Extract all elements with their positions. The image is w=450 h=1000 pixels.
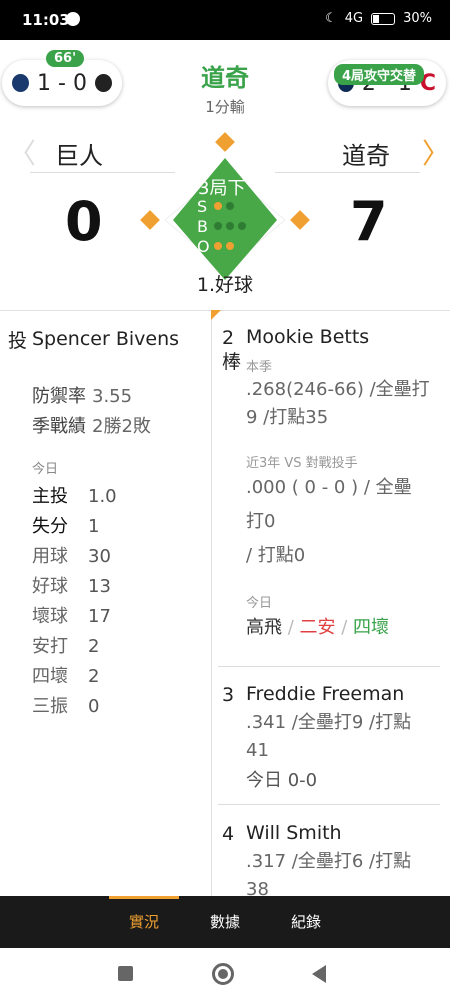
pitcher-stat-row: 安打 2 (32, 632, 99, 658)
stat-value: 2 (88, 666, 100, 687)
second-base (215, 132, 235, 152)
stat-label: 三振 (32, 696, 68, 717)
vs-label: 近3年 VS 對戰投手 (246, 456, 358, 471)
batting-order: 4 (222, 823, 235, 845)
season-line: .341 /全壘打9 /打點 (246, 712, 412, 733)
batter-name: Freddie Freeman (246, 683, 405, 705)
battery-level: 30% (403, 11, 432, 26)
stat-label: 用球 (32, 546, 68, 567)
out-label: O (197, 237, 210, 256)
divider (0, 310, 450, 311)
season-line: 38 (246, 879, 269, 896)
batter-card[interactable]: 4 Will Smith .317 /全壘打6 /打點 38 (218, 818, 440, 896)
stat-value: 0 (88, 696, 100, 717)
tab-live[interactable]: 實況 (109, 896, 179, 948)
season-label: 本季 (246, 360, 273, 375)
first-base (290, 210, 310, 230)
season-line: 41 (246, 740, 269, 761)
today-line: 今日 0-0 (246, 770, 318, 791)
other-game-score: 1 - 0 (37, 70, 87, 96)
pitcher-stat-row: 主投 1.0 (32, 482, 117, 508)
pitcher-stat-row: 好球 13 (32, 572, 111, 598)
stat-label: 主投 (32, 486, 68, 507)
header-subtitle: 1分輸 (205, 98, 245, 116)
stat-value: 2 (88, 636, 100, 657)
today-label: 今日 (246, 596, 273, 611)
current-batter-marker (211, 310, 221, 320)
recent-apps-icon[interactable] (118, 966, 133, 981)
pitcher-record: 季戰績 2勝2敗 (32, 416, 151, 437)
batting-order: 3 (222, 684, 235, 706)
stat-value: 1.0 (88, 486, 117, 507)
stat-label: 壞球 (32, 606, 68, 627)
divider (211, 310, 212, 896)
pitcher-stat-row: 四壞 2 (32, 662, 99, 688)
pitch-result: 1.好球 (196, 274, 254, 296)
stat-label: 安打 (32, 636, 68, 657)
battery-icon (371, 12, 396, 25)
season-line: .317 /全壘打6 /打點 (246, 851, 412, 872)
vs-line: / 打點0 (246, 545, 306, 566)
strike-dot (226, 202, 234, 210)
stat-value: 1 (88, 516, 100, 537)
pitcher-stat-row: 用球 30 (32, 542, 111, 568)
pitcher-name[interactable]: Spencer Bivens (32, 326, 192, 352)
out-dot (214, 242, 222, 250)
pitcher-stat-row: 壞球 17 (32, 602, 111, 628)
tab-stats[interactable]: 數據 (190, 896, 260, 948)
home-score: 7 (350, 190, 388, 253)
bottom-tab-bar: 實況 數據 紀錄 (0, 896, 450, 948)
header-team: 道奇 (201, 64, 249, 92)
stat-label: 好球 (32, 576, 68, 597)
batter-name: Mookie Betts (246, 326, 370, 348)
out-dot (226, 242, 234, 250)
stat-value: 30 (88, 546, 111, 567)
batter-name: Will Smith (246, 822, 342, 844)
ball-dot (214, 222, 222, 230)
vs-line: .000 ( 0 - 0 ) / 全壘 (246, 477, 412, 498)
away-score: 0 (65, 190, 103, 253)
tab-records[interactable]: 紀錄 (271, 896, 341, 948)
pitcher-tag: 投 (8, 330, 28, 352)
ball-dot (238, 222, 246, 230)
vs-line: 打0 (246, 511, 276, 532)
pitcher-stat-row: 三振 0 (32, 692, 99, 718)
team-logo-icon (94, 74, 112, 92)
batter-card[interactable]: 2棒 Mookie Betts 本季 .268(246-66) /全壘打 9 /… (218, 322, 440, 667)
ball-dot (226, 222, 234, 230)
stat-label: 四壞 (32, 666, 68, 687)
moon-icon: ☾ (325, 11, 337, 26)
back-icon[interactable] (312, 965, 326, 983)
stat-value: 17 (88, 606, 111, 627)
strike-dot (214, 202, 222, 210)
system-nav-bar (0, 948, 450, 1000)
ball-label: B (197, 217, 208, 236)
game-header: 1 - 0 66' 2 - 1 C 4局攻守交替 道奇 1分輸 〈 巨人 道奇 … (0, 40, 450, 310)
home-team-name: 道奇 (342, 142, 390, 170)
stat-value: 13 (88, 576, 111, 597)
notification-icon (66, 12, 80, 26)
batting-order: 2棒 (222, 327, 242, 373)
today-results: 高飛 / 二安 / 四壞 (246, 617, 390, 638)
season-line: 9 /打點35 (246, 407, 329, 428)
batter-card[interactable]: 3 Freddie Freeman .341 /全壘打9 /打點 41 今日 0… (218, 679, 440, 805)
stat-label: 失分 (32, 516, 68, 537)
other-game-badge: 66' (46, 50, 85, 67)
pitcher-stat-row: 失分 1 (32, 512, 99, 538)
chevron-right-icon[interactable]: 〉 (422, 132, 450, 172)
home-icon[interactable] (212, 963, 234, 985)
network-indicator: 4G (344, 11, 364, 26)
status-time: 11:03 (22, 11, 70, 29)
away-team-name: 巨人 (55, 142, 103, 170)
today-label: 今日 (32, 462, 59, 477)
pitcher-era: 防禦率 3.55 (32, 386, 133, 407)
team-logo-icon (12, 74, 30, 92)
strike-label: S (197, 197, 208, 216)
season-line: .268(246-66) /全壘打 (246, 379, 430, 400)
third-base (140, 210, 160, 230)
other-game-badge: 4局攻守交替 (334, 64, 425, 85)
status-bar: 11:03 ☾ 4G 30% (0, 0, 450, 40)
chevron-left-icon[interactable]: 〈 (8, 132, 36, 172)
